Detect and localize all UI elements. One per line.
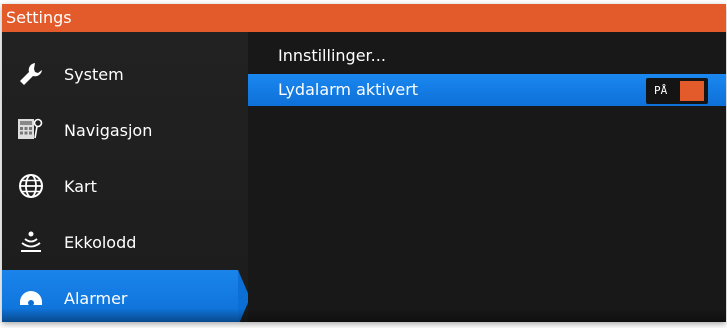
settings-content: Innstillinger... Lydalarm aktivert PÅ: [248, 32, 726, 322]
sound-alarm-toggle[interactable]: PÅ: [646, 78, 708, 104]
sidebar-item-label: Navigasjon: [64, 120, 153, 140]
calculator-pin-icon: [16, 115, 46, 145]
menu-row-lydalarm[interactable]: Lydalarm aktivert PÅ: [248, 74, 726, 106]
sidebar-item-label: Alarmer: [64, 288, 128, 308]
bottom-shadow: [2, 308, 726, 322]
sidebar-item-label: Ekkolodd: [64, 232, 137, 252]
row-label: Innstillinger...: [278, 46, 386, 65]
settings-window: Settings System Navigasjon Kart Ekkolodd…: [2, 4, 726, 322]
sidebar-item-kart[interactable]: Kart: [2, 158, 238, 214]
sidebar-item-system[interactable]: System: [2, 46, 238, 102]
toggle-state-label: PÅ: [654, 84, 668, 97]
toggle-knob: [680, 81, 704, 101]
sidebar-item-label: Kart: [64, 176, 97, 196]
sidebar-item-label: System: [64, 64, 124, 84]
wrench-icon: [16, 59, 46, 89]
sidebar-item-navigasjon[interactable]: Navigasjon: [2, 102, 238, 158]
menu-row-innstillinger[interactable]: Innstillinger...: [248, 40, 726, 72]
sidebar-item-ekkolodd[interactable]: Ekkolodd: [2, 214, 238, 270]
row-label: Lydalarm aktivert: [278, 80, 419, 99]
window-title: Settings: [2, 4, 726, 32]
sonar-icon: [16, 227, 46, 257]
settings-sidebar: System Navigasjon Kart Ekkolodd Alarmer: [2, 32, 250, 322]
globe-icon: [16, 171, 46, 201]
